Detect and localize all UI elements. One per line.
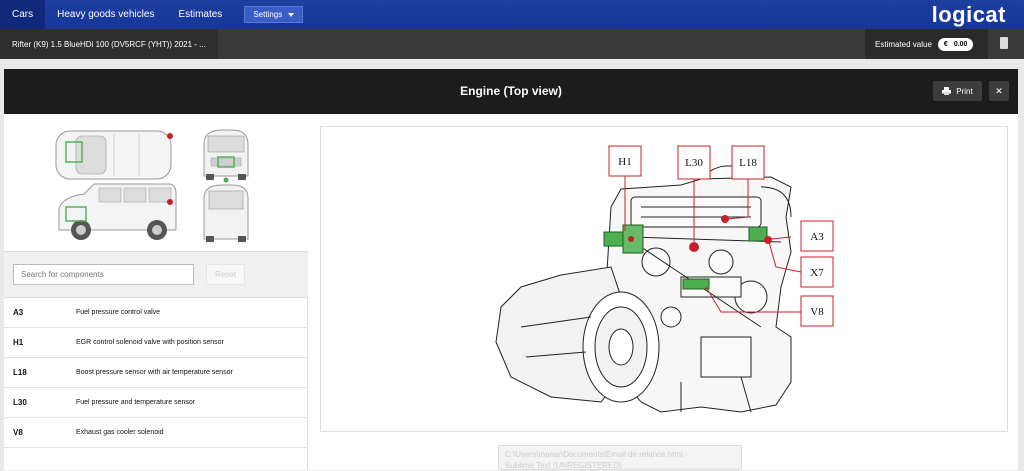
vehicle-name[interactable]: Rifter (K9) 1.5 BlueHDi 100 (DV5RCF (YHT… bbox=[0, 29, 218, 59]
callout-h1-label: H1 bbox=[618, 156, 631, 168]
callout-x7[interactable]: X7 bbox=[800, 256, 834, 288]
engine-illustration bbox=[495, 165, 792, 413]
close-icon: ✕ bbox=[995, 85, 1003, 96]
estimated-amount: 0.00 bbox=[953, 40, 968, 48]
component-code: L30 bbox=[13, 398, 27, 407]
callout-x7-label: X7 bbox=[810, 267, 824, 279]
print-button[interactable]: Print bbox=[933, 81, 982, 101]
currency-symbol: € bbox=[943, 40, 948, 48]
component-code: L18 bbox=[13, 368, 27, 377]
estimated-value: Estimated value € 0.00 bbox=[865, 29, 988, 59]
background-window-line1: C:\Users\manar\Documents\Email de relanc… bbox=[505, 450, 688, 459]
list-item[interactable]: A3 Fuel pressure control valve bbox=[4, 298, 308, 328]
component-description: Fuel pressure and temperature sensor bbox=[76, 399, 196, 406]
car-views bbox=[4, 114, 308, 251]
car-top-view[interactable] bbox=[55, 130, 173, 180]
callout-a3[interactable]: A3 bbox=[800, 220, 834, 252]
component-description: Exhaust gas cooler solenoid bbox=[76, 429, 164, 436]
settings-dropdown[interactable]: Settings bbox=[244, 6, 304, 23]
component-list: A3 Fuel pressure control valve H1 EGR co… bbox=[4, 298, 308, 448]
car-front-view[interactable] bbox=[203, 129, 249, 180]
tab-heavy-goods-vehicles[interactable]: Heavy goods vehicles bbox=[45, 0, 166, 29]
component-description: Fuel pressure control valve bbox=[76, 309, 161, 316]
left-panel: Reset A3 Fuel pressure control valve H1 … bbox=[4, 114, 308, 470]
search-bar: Reset bbox=[4, 251, 308, 298]
car-rear-view[interactable] bbox=[203, 177, 249, 243]
tab-cars-label: Cars bbox=[12, 9, 34, 20]
component-code: A3 bbox=[13, 308, 24, 317]
document-icon[interactable] bbox=[1000, 37, 1008, 49]
component-code: V8 bbox=[13, 428, 23, 437]
callout-l18-label: L18 bbox=[739, 157, 757, 169]
background-window-line2: Sublime Text (UNREGISTERED) bbox=[505, 461, 622, 470]
logo: logicat bbox=[931, 2, 1006, 27]
callout-l18[interactable]: L18 bbox=[731, 145, 765, 180]
vehicle-bar: Rifter (K9) 1.5 BlueHDi 100 (DV5RCF (YHT… bbox=[0, 29, 1024, 59]
component-code: H1 bbox=[13, 338, 24, 347]
printer-icon bbox=[942, 87, 952, 95]
callout-l30[interactable]: L30 bbox=[677, 145, 711, 180]
list-item[interactable]: L18 Boost pressure sensor with air tempe… bbox=[4, 358, 308, 388]
list-item[interactable]: H1 EGR control solenoid valve with posit… bbox=[4, 328, 308, 358]
callout-h1[interactable]: H1 bbox=[608, 145, 642, 177]
print-label: Print bbox=[956, 86, 973, 96]
background-window-title: C:\Users\manar\Documents\Email de relanc… bbox=[498, 445, 742, 470]
close-button[interactable]: ✕ bbox=[989, 81, 1009, 101]
tab-estimates-label: Estimates bbox=[178, 9, 223, 20]
modal-header: Engine (Top view) Print ✕ bbox=[4, 69, 1018, 114]
engine-modal: Engine (Top view) Print ✕ Search for com… bbox=[4, 69, 1018, 470]
callout-l30-label: L30 bbox=[685, 157, 703, 169]
list-item[interactable]: L30 Fuel pressure and temperature sensor bbox=[4, 388, 308, 418]
list-item[interactable]: V8 Exhaust gas cooler solenoid bbox=[4, 418, 308, 448]
callout-v8-label: V8 bbox=[810, 306, 824, 318]
price-box: € 0.00 bbox=[937, 37, 974, 51]
reset-button[interactable]: Reset bbox=[206, 264, 245, 285]
component-description: Boost pressure sensor with air temperatu… bbox=[76, 369, 233, 376]
car-side-view[interactable] bbox=[58, 183, 177, 240]
tab-estimates[interactable]: Estimates bbox=[166, 0, 234, 29]
callout-a3-label: A3 bbox=[810, 231, 824, 243]
engine-diagram: H1 L30 L18 A3 X7 V8 bbox=[320, 126, 1008, 432]
settings-label: Settings bbox=[253, 10, 283, 19]
chevron-down-icon bbox=[288, 12, 295, 17]
callout-v8[interactable]: V8 bbox=[800, 295, 834, 327]
component-description: EGR control solenoid valve with position… bbox=[76, 339, 224, 346]
top-nav: Cars Heavy goods vehicles Estimates Sett… bbox=[0, 0, 1024, 29]
search-input[interactable] bbox=[13, 264, 194, 285]
modal-title: Engine (Top view) bbox=[460, 84, 562, 98]
tab-cars[interactable]: Cars bbox=[0, 0, 46, 29]
tab-hgv-label: Heavy goods vehicles bbox=[57, 9, 155, 20]
estimated-value-label: Estimated value bbox=[875, 39, 932, 49]
